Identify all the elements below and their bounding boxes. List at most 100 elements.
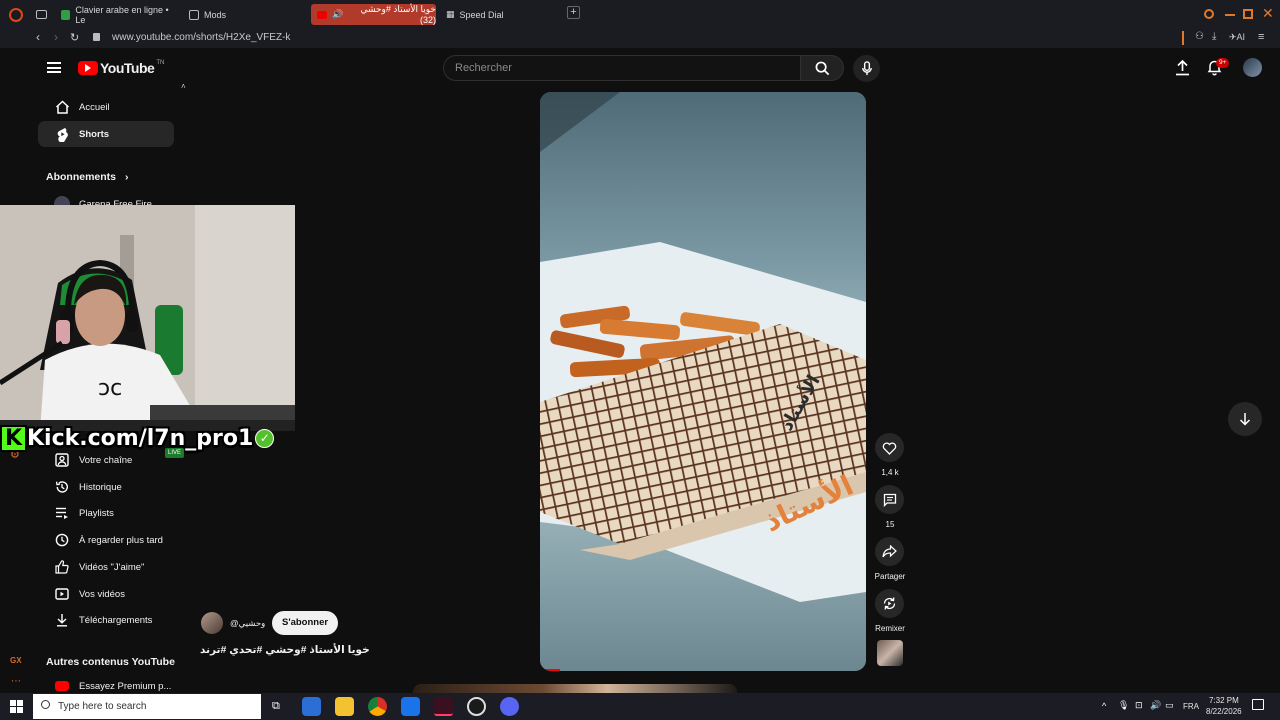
sidebar-item-vos-videos[interactable]: Vos vidéos [38,581,174,607]
microphone-icon [861,61,872,76]
download-browser-icon[interactable]: ⤓ [1212,31,1216,42]
network-icon[interactable]: ⊡ [1135,700,1143,711]
account-icon[interactable]: ⚇ [1195,31,1204,42]
taskbar-search-input[interactable]: Type here to search [33,694,261,719]
channel-handle[interactable]: @وحشيي [230,618,265,629]
download-icon [46,613,78,627]
tab-youtube-short[interactable]: 🔊 خويا الأستاذ #وحشي (32) [311,4,436,25]
remix-label: Remixer [875,624,905,633]
clock-time[interactable]: 7:32 PM [1209,696,1239,705]
opera-logo-icon[interactable] [9,8,23,22]
browser-menu-icon[interactable]: ≡ [1258,31,1264,43]
remix-button[interactable] [875,589,904,618]
microphone-tray-icon[interactable]: 🎙 [1118,700,1129,711]
sidebar-item-accueil[interactable]: Accueil [38,94,174,120]
tab-label: Mods [204,9,227,20]
store-app-icon[interactable] [302,697,321,716]
avatar[interactable] [1243,58,1262,77]
sidebar-item-shorts[interactable]: Shorts [38,121,174,147]
windows-start-icon[interactable] [10,700,23,713]
action-center-icon[interactable] [1252,699,1264,710]
share-button[interactable] [875,537,904,566]
forward-icon[interactable]: › [54,30,58,44]
chrome-icon[interactable] [368,697,387,716]
tray-chevron-up-icon[interactable]: ^ [1102,701,1106,711]
search-icon [41,700,50,709]
search-input[interactable]: Rechercher [443,55,801,81]
discord-icon[interactable] [500,697,519,716]
short-title[interactable]: خويا الأستاذ #وحشي #تحدي #ترند [200,644,370,656]
language-indicator[interactable]: FRA [1183,702,1199,711]
clock-icon [46,533,78,547]
youtube-logo[interactable]: YouTube TN [78,60,164,76]
comment-count: 15 [885,520,895,529]
svg-text:ↄc: ↄc [98,376,122,401]
youtube-play-logo-icon [78,61,98,75]
ai-label: AI [1236,32,1246,42]
task-view-icon[interactable]: ⧉ [272,700,280,713]
webcam-overlay: ↄc [0,205,295,431]
tab-label: Clavier arabe en ligne • Le [75,4,169,25]
opera-gx-icon[interactable]: GX [10,656,22,665]
subscribe-button[interactable]: S'abonner [272,611,339,635]
sound-thumbnail[interactable] [877,640,903,666]
chevron-right-icon: › [124,171,129,183]
sidebar-collapse-chevron-icon[interactable]: ˄ [181,82,186,91]
close-window-button[interactable]: ✕ [1262,5,1274,22]
next-short-button[interactable] [1228,402,1262,436]
battery-icon[interactable]: ▭ [1165,700,1174,711]
search-tabs-icon[interactable] [1204,9,1214,19]
tab-speed-dial[interactable]: ▦ Speed Dial [440,4,560,25]
youtube-premium-icon [46,681,78,691]
tab-clavier-arabe[interactable]: Clavier arabe en ligne • Le [55,4,175,25]
sidebar-item-playlists[interactable]: Playlists [38,500,174,526]
tab-mods[interactable]: Mods [183,4,303,25]
kick-stream-banner: K Kick.com/l7n_pro1 ✓ [0,422,275,454]
subscribe-label: S'abonner [282,617,329,628]
playlist-icon [46,507,78,519]
like-button[interactable] [875,433,904,462]
region-code: TN [156,60,165,66]
sidebar-item-label: Vos vidéos [79,588,125,600]
aria-ai-button[interactable]: ✈AI [1229,32,1245,43]
taskbar-search-placeholder: Type here to search [58,701,147,712]
next-short-preview [413,684,737,693]
share-label: Partager [874,572,906,581]
clock-date[interactable]: 8/22/2026 [1206,707,1242,716]
channel-avatar[interactable] [201,612,223,634]
sidebar-item-watch-later[interactable]: À regarder plus tard [38,527,174,553]
obs-icon[interactable] [467,697,486,716]
address-bar-url[interactable]: www.youtube.com/shorts/H2Xe_VFEZ-k [112,32,290,43]
search-placeholder: Rechercher [455,62,512,74]
more-options-icon[interactable]: ⋯ [11,676,21,687]
short-video-player[interactable]: الأستاذ الأستاذ [540,92,866,671]
minimize-button[interactable] [1225,14,1235,16]
share-icon [882,545,897,558]
workspaces-icon[interactable] [36,10,47,19]
volume-icon[interactable]: 🔊 [1150,700,1161,711]
create-upload-button[interactable] [1175,59,1190,81]
file-explorer-icon[interactable] [335,697,354,716]
opera-gx-taskbar-icon[interactable] [434,697,453,716]
notifications-button[interactable]: 9+ [1207,58,1230,81]
shorts-icon [46,127,78,142]
sidebar-item-label: Téléchargements [79,614,153,626]
sidebar-item-liked-videos[interactable]: Vidéos "J'aime" [38,554,174,580]
restore-button[interactable] [1243,9,1253,19]
sidebar-item-historique[interactable]: Historique [38,474,174,500]
kick-channel-url: Kick.com/l7n_pro1 [27,425,254,451]
search-button[interactable] [800,55,844,81]
voice-search-button[interactable] [853,55,880,82]
notification-count-badge: 9+ [1216,58,1230,68]
new-tab-button[interactable]: + [567,6,580,19]
video-icon [46,588,78,600]
guide-menu-button[interactable] [47,62,61,73]
reload-icon[interactable]: ↻ [70,31,79,44]
mail-app-icon[interactable] [401,697,420,716]
subscriptions-heading[interactable]: Abonnements › [46,171,128,183]
sidebar-item-telechargements[interactable]: Téléchargements [38,607,174,633]
comments-button[interactable] [875,485,904,514]
audio-playing-icon[interactable]: 🔊 [332,9,343,20]
back-icon[interactable]: ‹ [36,30,40,44]
tab-favicon-icon [61,9,71,20]
